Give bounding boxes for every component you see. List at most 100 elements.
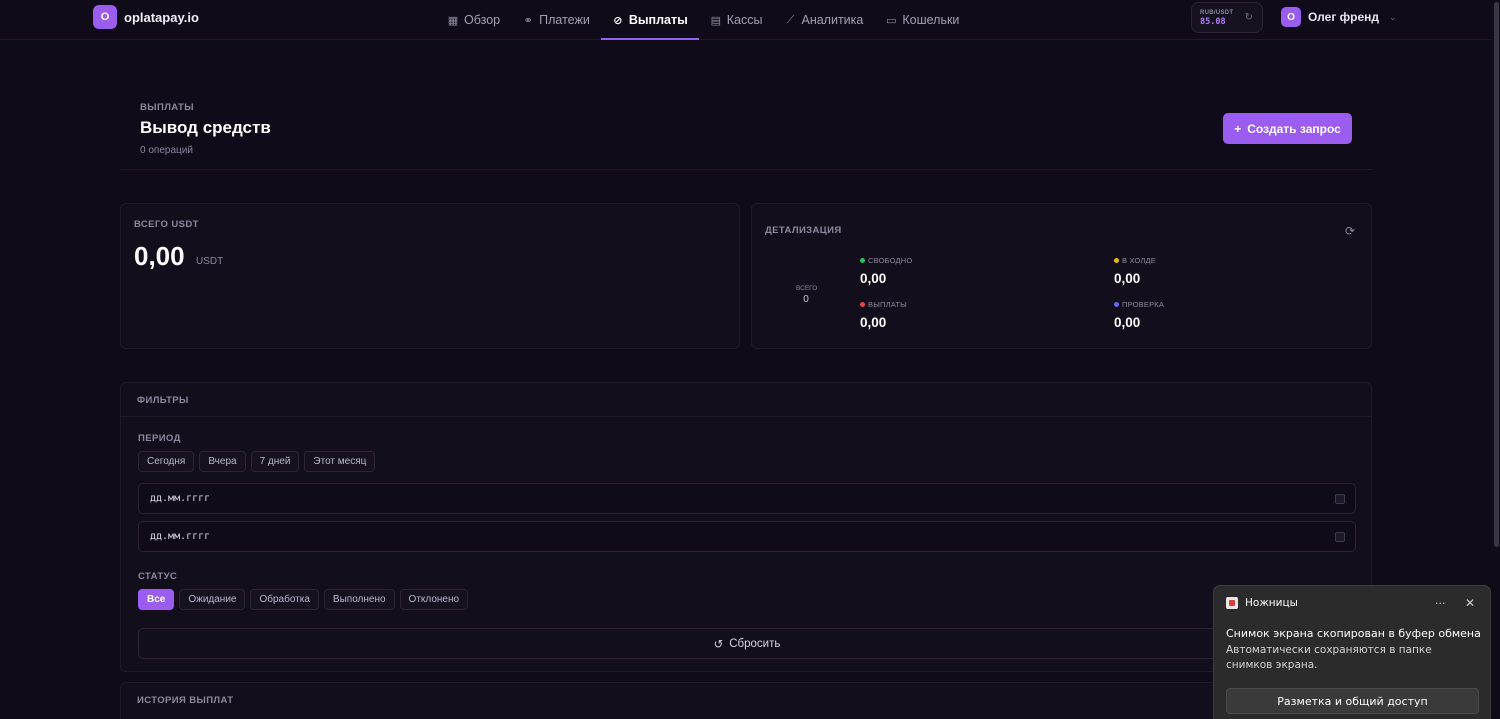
reset-icon: ↺ — [713, 638, 724, 651]
status-dot-indigo — [1114, 302, 1119, 307]
status-chips: Все Ожидание Обработка Выполнено Отклоне… — [138, 589, 469, 610]
link-icon: ⚭ — [523, 14, 533, 27]
total-usdt-value: 0,00 — [134, 241, 185, 271]
stat-label: СВОБОДНО — [868, 256, 913, 265]
plus-icon: + — [1234, 121, 1242, 136]
refresh-icon[interactable]: ⟳ — [1345, 224, 1355, 238]
nav-item-cashboxes[interactable]: ▤ Кассы — [699, 0, 774, 40]
markup-share-button[interactable]: Разметка и общий доступ — [1226, 688, 1479, 714]
status-chip-rejected[interactable]: Отклонено — [399, 589, 469, 610]
filters-title: ФИЛЬТРЫ — [137, 395, 189, 406]
nav-item-label: Платежи — [539, 13, 590, 27]
breakdown-label: ДЕТАЛИЗАЦИЯ — [765, 225, 842, 236]
status-chip-all[interactable]: Все — [138, 589, 175, 610]
chart-line-icon: ⟋ — [786, 13, 795, 26]
compass-icon: ⊘ — [613, 14, 623, 27]
page-scrollbar[interactable] — [1492, 0, 1500, 719]
nav-item-analytics[interactable]: ⟋ Аналитика — [773, 0, 874, 40]
notification-app: Ножницы — [1226, 597, 1298, 609]
divider — [120, 169, 1372, 170]
reset-button[interactable]: ↺ Сбросить — [138, 628, 1356, 659]
snipping-tool-icon — [1226, 597, 1238, 609]
scrollbar-thumb[interactable] — [1494, 2, 1499, 547]
period-chips: Сегодня Вчера 7 дней Этот месяц — [138, 451, 376, 472]
nav-item-label: Обзор — [464, 13, 501, 27]
brand-name: oplatapay.io — [124, 9, 199, 25]
main-nav: ▦ Обзор ⚭ Платежи ⊘ Выплаты ▤ Кассы ⟋ Ан… — [436, 0, 970, 40]
nav-item-overview[interactable]: ▦ Обзор — [436, 0, 511, 40]
filters-header: ФИЛЬТРЫ — [121, 383, 1371, 417]
filters-card: ФИЛЬТРЫ ПЕРИОД Сегодня Вчера 7 дней Этот… — [120, 382, 1372, 672]
brand-logo: O — [93, 5, 117, 29]
total-usdt-card: ВСЕГО USDT 0,00 USDT — [120, 203, 740, 349]
total-usdt-label: ВСЕГО USDT — [134, 219, 199, 230]
status-label: СТАТУС — [138, 571, 178, 582]
date-from-placeholder: дд.мм.гггг — [150, 493, 211, 504]
exchange-rate-value: 85.08 — [1200, 17, 1226, 27]
nav-item-payments[interactable]: ⚭ Платежи — [511, 0, 601, 40]
exchange-rate-widget[interactable]: RUB/USDT 85.08 ↻ — [1191, 2, 1263, 33]
operations-count: 0 операций — [140, 145, 193, 156]
nav-item-label: Аналитика — [801, 13, 864, 27]
brand[interactable]: O oplatapay.io — [93, 5, 199, 29]
wallet-icon: ▭ — [886, 14, 897, 27]
snipping-tool-notification[interactable]: Ножницы ··· ✕ Снимок экрана скопирован в… — [1213, 585, 1491, 719]
page-header: ВЫПЛАТЫ Вывод средств 0 операций — [140, 102, 271, 156]
reset-label: Сбросить — [729, 637, 781, 650]
page-eyebrow: ВЫПЛАТЫ — [140, 102, 194, 113]
user-menu[interactable]: O Олег френд ⌄ — [1281, 7, 1397, 27]
status-dot-red — [860, 302, 865, 307]
donut-total-value: 0 — [803, 294, 809, 305]
stat-payouts: ВЫПЛАТЫ 0,00 — [860, 300, 907, 330]
date-to-placeholder: дд.мм.гггг — [150, 531, 211, 542]
date-from-input[interactable]: дд.мм.гггг — [138, 483, 1356, 514]
create-request-label: Создать запрос — [1247, 121, 1341, 136]
breakdown-card: ДЕТАЛИЗАЦИЯ ⟳ ВСЕГО 0 СВОБОДНО 0,00 В ХО… — [751, 203, 1372, 349]
nav-item-payouts[interactable]: ⊘ Выплаты — [600, 0, 699, 40]
more-options-icon[interactable]: ··· — [1435, 597, 1446, 610]
notification-app-name: Ножницы — [1245, 597, 1298, 609]
period-label: ПЕРИОД — [138, 433, 181, 444]
avatar: O — [1281, 7, 1301, 27]
stat-label: ПРОВЕРКА — [1122, 300, 1165, 309]
nav-item-label: Выплаты — [628, 13, 688, 27]
stat-label: В ХОЛДЕ — [1122, 256, 1156, 265]
top-navbar: O oplatapay.io ▦ Обзор ⚭ Платежи ⊘ Выпла… — [0, 0, 1500, 40]
stat-label: ВЫПЛАТЫ — [868, 300, 907, 309]
total-usdt-unit: USDT — [196, 256, 224, 267]
payout-history-title: ИСТОРИЯ ВЫПЛАТ — [137, 695, 234, 706]
status-dot-green — [860, 258, 865, 263]
create-request-button[interactable]: + Создать запрос — [1223, 113, 1352, 144]
chevron-down-icon: ⌄ — [1389, 11, 1397, 22]
donut-total-label: ВСЕГО — [796, 285, 818, 292]
nav-item-label: Кассы — [726, 13, 763, 27]
page-title: Вывод средств — [140, 118, 271, 137]
nav-item-wallets[interactable]: ▭ Кошельки — [874, 0, 970, 40]
notification-title: Снимок экрана скопирован в буфер обмена — [1226, 627, 1481, 640]
calendar-icon[interactable] — [1335, 494, 1345, 504]
calendar-icon[interactable] — [1335, 532, 1345, 542]
user-name: Олег френд — [1308, 10, 1380, 24]
stat-free: СВОБОДНО 0,00 — [860, 256, 912, 286]
layout-grid-icon: ▦ — [447, 14, 459, 27]
stat-hold: В ХОЛДЕ 0,00 — [1114, 256, 1156, 286]
status-chip-completed[interactable]: Выполнено — [323, 589, 395, 610]
exchange-rate-label: RUB/USDT — [1200, 10, 1234, 16]
status-dot-yellow — [1114, 258, 1119, 263]
status-chip-pending[interactable]: Ожидание — [179, 589, 246, 610]
stat-value: 0,00 — [1114, 271, 1141, 286]
stat-value: 0,00 — [860, 315, 887, 330]
period-chip-7days[interactable]: 7 дней — [250, 451, 300, 472]
refresh-icon[interactable]: ↻ — [1245, 12, 1253, 23]
close-icon[interactable]: ✕ — [1465, 596, 1475, 610]
stat-review: ПРОВЕРКА 0,00 — [1114, 300, 1164, 330]
period-chip-yesterday[interactable]: Вчера — [199, 451, 246, 472]
store-icon: ▤ — [710, 14, 721, 27]
nav-item-label: Кошельки — [902, 13, 960, 27]
period-chip-this-month[interactable]: Этот месяц — [304, 451, 376, 472]
period-chip-today[interactable]: Сегодня — [138, 451, 195, 472]
notification-body: Автоматически сохраняются в папке снимко… — [1226, 644, 1432, 671]
date-to-input[interactable]: дд.мм.гггг — [138, 521, 1356, 552]
stat-value: 0,00 — [1114, 315, 1141, 330]
status-chip-processing[interactable]: Обработка — [250, 589, 319, 610]
